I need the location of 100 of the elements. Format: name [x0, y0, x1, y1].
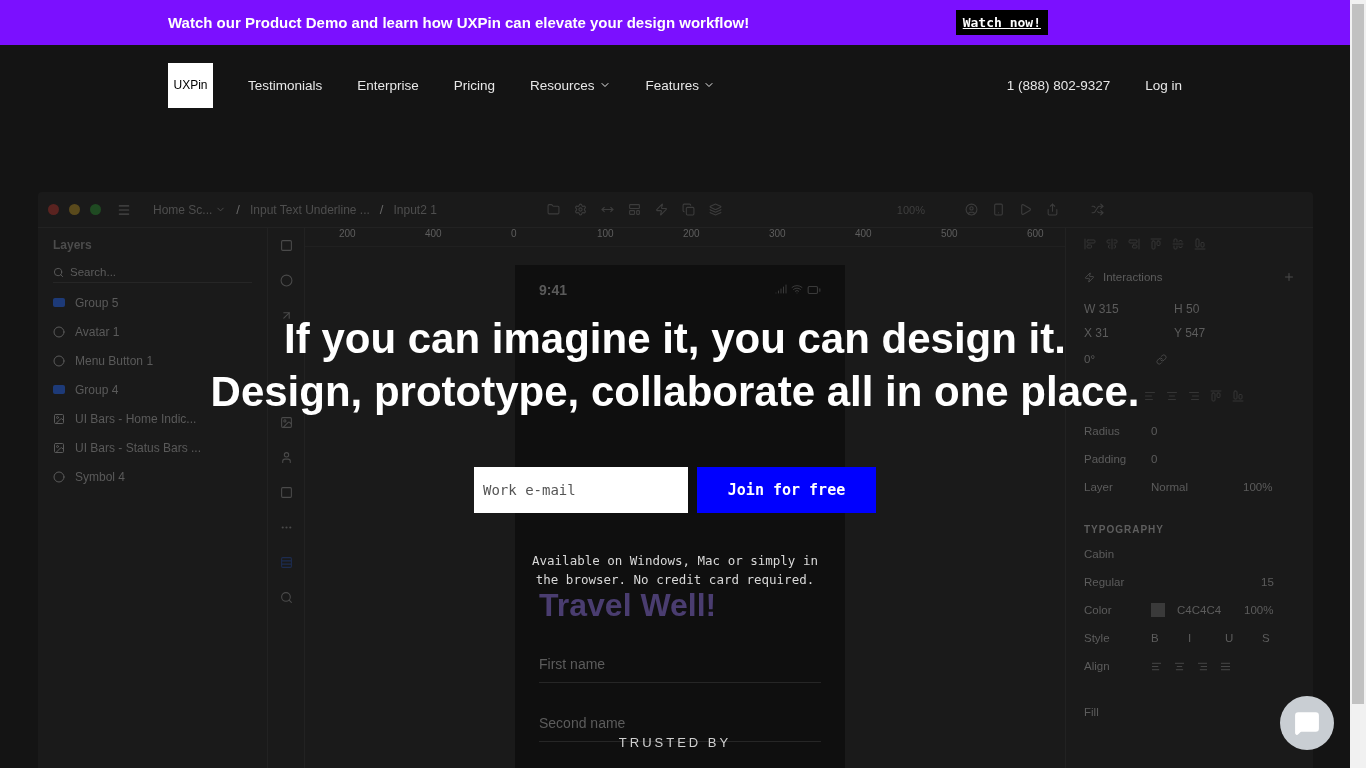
copy-icon[interactable] — [681, 203, 695, 216]
align-icon[interactable] — [1166, 390, 1178, 402]
share-icon[interactable] — [1046, 203, 1059, 216]
align-icon[interactable] — [1188, 390, 1200, 402]
color-swatch[interactable] — [1151, 603, 1165, 617]
align-icon[interactable] — [1172, 238, 1184, 250]
align-icon[interactable] — [1128, 238, 1140, 250]
property-value[interactable]: Normal — [1151, 481, 1231, 493]
align-left-icon[interactable] — [1151, 660, 1162, 672]
minimize-dot — [69, 204, 80, 215]
dimension-field[interactable]: X 31 — [1084, 326, 1164, 340]
wifi-icon — [791, 283, 803, 295]
align-icon[interactable] — [1194, 238, 1206, 250]
search-placeholder: Search... — [70, 266, 117, 278]
rectangle-tool-icon[interactable] — [279, 239, 293, 252]
color-field[interactable]: C4C4C4 — [1177, 604, 1232, 616]
align-right-icon[interactable] — [1197, 660, 1208, 672]
align-icon[interactable] — [1232, 390, 1244, 402]
style-toggle[interactable]: S — [1262, 632, 1287, 644]
property-label: Color — [1084, 604, 1113, 616]
add-icon[interactable] — [1283, 271, 1295, 283]
dimension-field[interactable]: Y 547 — [1174, 326, 1254, 340]
join-button[interactable]: Join for free — [697, 467, 876, 513]
style-toggle[interactable]: I — [1188, 632, 1213, 644]
align-icon[interactable] — [1106, 238, 1118, 250]
layer-item[interactable]: Avatar 1 — [53, 322, 252, 341]
layer-item[interactable]: Symbol 4 — [53, 467, 252, 486]
close-dot — [48, 204, 59, 215]
opacity-field[interactable]: 100% — [1244, 604, 1279, 616]
component-icon — [53, 354, 65, 367]
logo[interactable]: UXPin — [168, 62, 213, 108]
folder-icon[interactable] — [546, 203, 560, 216]
search-field[interactable]: Search... — [53, 262, 252, 283]
property-label: Layer — [1084, 481, 1114, 493]
layer-name: Group 4 — [75, 382, 119, 397]
settings-icon[interactable] — [573, 203, 587, 216]
person-circle-icon[interactable] — [965, 203, 978, 216]
ruler-number: 300 — [769, 228, 787, 241]
shuffle-icon[interactable] — [1091, 203, 1104, 216]
layer-item[interactable]: UI Bars - Status Bars ... — [53, 438, 252, 457]
ruler-number: 100 — [597, 228, 615, 241]
rows-icon[interactable] — [279, 556, 293, 569]
property-value[interactable]: 0 — [1151, 425, 1231, 437]
rotation-field[interactable]: 0° — [1084, 353, 1144, 365]
login-link[interactable]: Log in — [1145, 77, 1182, 93]
email-field[interactable]: Work e-mail — [474, 467, 688, 513]
align-icon[interactable] — [1144, 390, 1156, 402]
font-field[interactable]: Cabin — [1084, 548, 1234, 560]
watch-now-button[interactable]: Watch now! — [955, 10, 1048, 35]
style-toggle[interactable]: U — [1225, 632, 1250, 644]
chat-button[interactable] — [1280, 696, 1334, 750]
component-icon — [53, 470, 65, 483]
property-label: Padding — [1084, 453, 1128, 465]
justify-icon[interactable] — [1220, 660, 1231, 672]
nav-link[interactable]: Features — [645, 77, 715, 93]
ruler-number: 400 — [425, 228, 443, 241]
ruler-number: 200 — [339, 228, 357, 241]
menu-icon — [117, 202, 131, 217]
dimension-field[interactable]: H 50 — [1174, 302, 1254, 316]
square-icon[interactable] — [279, 486, 293, 499]
nav-link[interactable]: Pricing — [453, 77, 496, 93]
align-icon[interactable] — [1210, 390, 1222, 402]
maximize-dot — [90, 204, 101, 215]
property-label: Align — [1084, 660, 1111, 672]
play-icon[interactable] — [1019, 203, 1032, 216]
weight-field[interactable]: Regular — [1084, 576, 1249, 588]
phone-subtitle: Travel Well! — [539, 587, 717, 624]
phone-icon[interactable] — [992, 203, 1005, 216]
image-tool-icon[interactable] — [279, 416, 293, 429]
nav-link[interactable]: Testimonials — [248, 77, 323, 93]
phone-field[interactable]: First name — [539, 624, 821, 683]
layer-name: Avatar 1 — [75, 324, 120, 339]
nav-link[interactable]: Enterprise — [357, 77, 419, 93]
ruler-number: 0 — [511, 228, 518, 241]
section-title: TYPOGRAPHY — [1084, 524, 1165, 535]
lightning-icon[interactable] — [654, 203, 668, 216]
align-icon[interactable] — [1084, 238, 1096, 250]
scrollbar-thumb[interactable] — [1352, 4, 1364, 704]
phone-link[interactable]: 1 (888) 802-9327 — [1006, 77, 1111, 93]
circle-tool-icon[interactable] — [279, 274, 293, 287]
property-value[interactable]: 0 — [1151, 453, 1231, 465]
layer-item[interactable]: Group 5 — [53, 293, 252, 312]
ruler-number: 600 — [1027, 228, 1044, 241]
layout-icon[interactable] — [627, 203, 641, 216]
person-icon[interactable] — [279, 451, 293, 464]
scrollbar[interactable] — [1350, 0, 1366, 768]
dimension-field[interactable]: W 315 — [1084, 302, 1164, 316]
layers-icon[interactable] — [708, 203, 722, 216]
layer-name: UI Bars - Status Bars ... — [75, 440, 202, 455]
size-field[interactable]: 15 — [1261, 576, 1281, 588]
section-title: Interactions — [1103, 271, 1164, 283]
property-value[interactable]: 100% — [1243, 481, 1283, 493]
nav-link[interactable]: Resources — [530, 77, 611, 93]
search-icon[interactable] — [279, 591, 293, 604]
align-icon[interactable] — [1150, 238, 1162, 250]
align-center-icon[interactable] — [1174, 660, 1185, 672]
style-toggle[interactable]: B — [1151, 632, 1176, 644]
banner-text: Watch our Product Demo and learn how UXPin can elevate your design workflow! — [168, 14, 750, 31]
layer-item[interactable]: Menu Button 1 — [53, 351, 252, 370]
property-label: Fill — [1084, 706, 1100, 718]
